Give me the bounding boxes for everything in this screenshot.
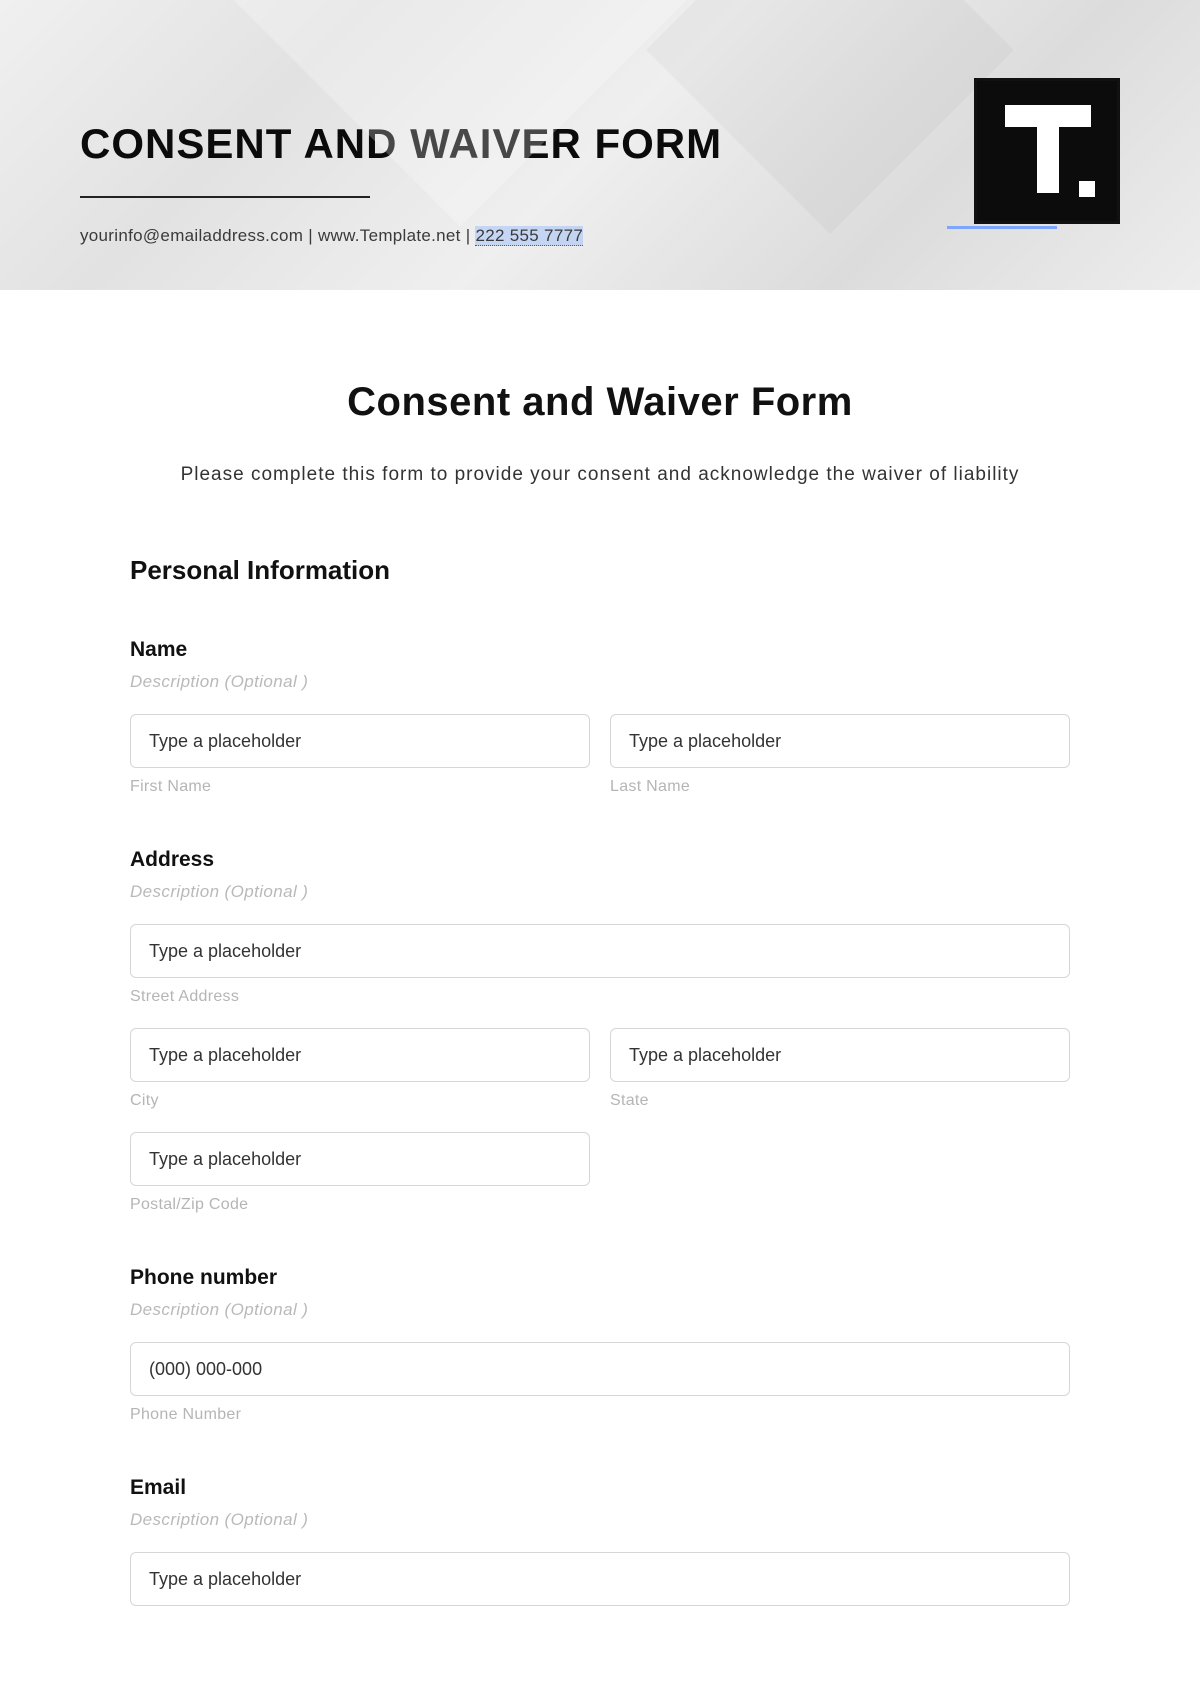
first-name-sublabel: First Name: [130, 778, 590, 796]
form-title: Consent and Waiver Form: [130, 380, 1070, 425]
banner-sep1: |: [303, 226, 318, 245]
banner-title: CONSENT AND WAIVER FORM: [80, 120, 1120, 168]
address-desc: Description (Optional ): [130, 882, 1070, 902]
state-sublabel: State: [610, 1092, 1070, 1110]
field-phone: Phone number Description (Optional ) Pho…: [130, 1266, 1070, 1424]
section-personal-info: Personal Information: [130, 555, 1070, 586]
last-name-sublabel: Last Name: [610, 778, 1070, 796]
name-label: Name: [130, 638, 1070, 662]
form-subtitle: Please complete this form to provide you…: [130, 457, 1070, 493]
state-input[interactable]: [610, 1028, 1070, 1082]
city-input[interactable]: [130, 1028, 590, 1082]
street-address-input[interactable]: [130, 924, 1070, 978]
email-label: Email: [130, 1476, 1070, 1500]
page-body: Consent and Waiver Form Please complete …: [0, 290, 1200, 1646]
banner-sep2: |: [461, 226, 476, 245]
address-label: Address: [130, 848, 1070, 872]
field-name: Name Description (Optional ) First Name …: [130, 638, 1070, 796]
field-email: Email Description (Optional ): [130, 1476, 1070, 1606]
email-desc: Description (Optional ): [130, 1510, 1070, 1530]
banner-header: CONSENT AND WAIVER FORM yourinfo@emailad…: [0, 0, 1200, 290]
brand-logo: [974, 78, 1120, 224]
city-sublabel: City: [130, 1092, 590, 1110]
postal-code-input[interactable]: [130, 1132, 590, 1186]
banner-phone: 222 555 7777: [475, 226, 583, 246]
phone-number-sublabel: Phone Number: [130, 1406, 1070, 1424]
name-desc: Description (Optional ): [130, 672, 1070, 692]
banner-email: yourinfo@emailaddress.com: [80, 226, 303, 245]
last-name-input[interactable]: [610, 714, 1070, 768]
field-address: Address Description (Optional ) Street A…: [130, 848, 1070, 1214]
phone-number-input[interactable]: [130, 1342, 1070, 1396]
first-name-input[interactable]: [130, 714, 590, 768]
phone-desc: Description (Optional ): [130, 1300, 1070, 1320]
phone-label: Phone number: [130, 1266, 1070, 1290]
postal-code-sublabel: Postal/Zip Code: [130, 1196, 590, 1214]
street-address-sublabel: Street Address: [130, 988, 1070, 1006]
email-input[interactable]: [130, 1552, 1070, 1606]
banner-contact: yourinfo@emailaddress.com | www.Template…: [80, 226, 1120, 246]
banner-website: www.Template.net: [318, 226, 461, 245]
banner-rule: [80, 196, 370, 198]
